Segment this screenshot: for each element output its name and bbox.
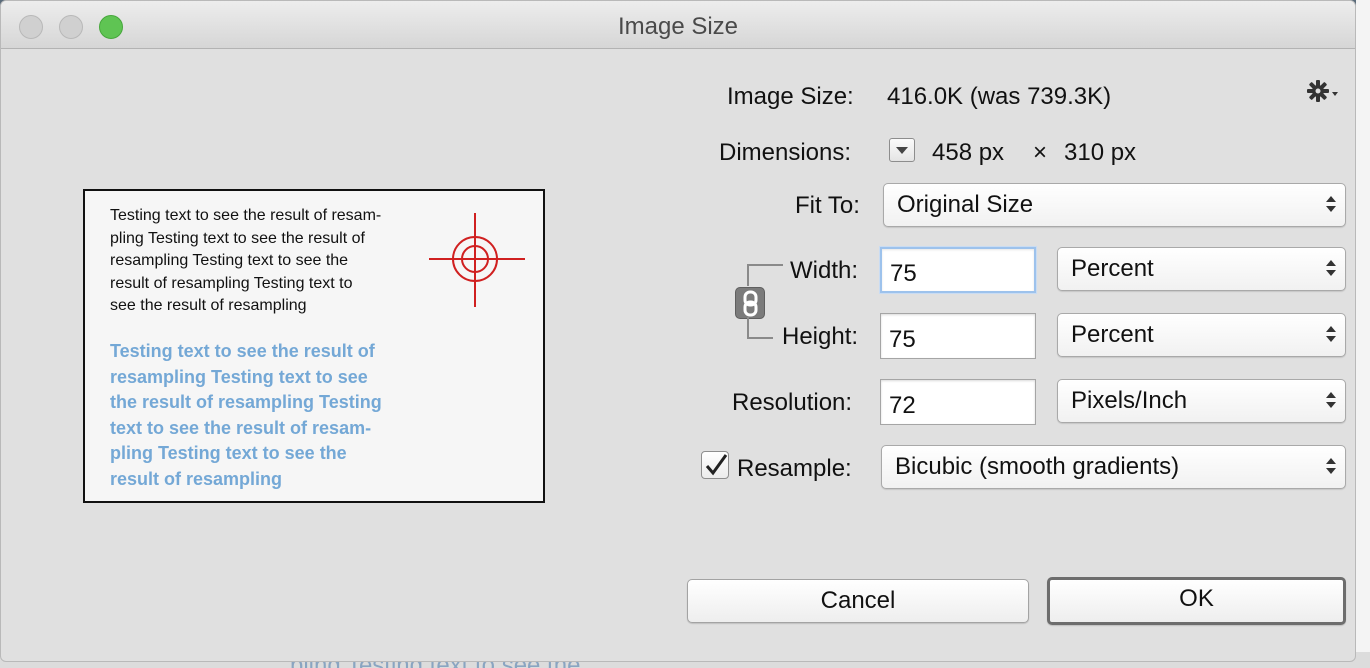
checkmark-icon [705,454,728,476]
constrain-bracket-bottom [747,317,773,339]
chain-link-icon[interactable] [735,287,765,319]
preview-line: result of resampling Testing text to [110,274,353,292]
image-preview: Testing text to see the result of resam-… [83,189,545,503]
image-size-dialog: Image Size Testing text to see the resul… [0,0,1356,662]
preview-line: pling Testing text to see the result of [110,229,365,247]
background-window-edge [1356,0,1370,668]
width-unit-popup[interactable]: Percent [1057,247,1346,291]
dimensions-times-sign: × [1033,139,1048,166]
width-label: Width: [790,257,859,284]
cancel-button[interactable]: Cancel [687,579,1029,623]
preview-black-text: Testing text to see the result of resam-… [110,205,422,318]
fit-to-popup[interactable]: Original Size [883,183,1346,227]
popup-arrows-icon [1325,259,1337,279]
resample-method-selected: Bicubic (smooth gradients) [895,453,1180,480]
image-size-label: Image Size: [727,83,854,110]
fit-to-label: Fit To: [795,192,860,219]
constrain-bracket-top [747,264,783,286]
preview-blue-text: Testing text to see the result of resamp… [110,339,410,492]
resolution-unit-popup[interactable]: Pixels/Inch [1057,379,1346,423]
preview-line: text to see the result of resam- [110,417,372,438]
image-size-value: 416.0K (was 739.3K) [887,83,1112,110]
resample-method-popup[interactable]: Bicubic (smooth gradients) [881,445,1346,489]
preview-line: resampling Testing text to see the [110,252,349,269]
resample-checkbox[interactable] [701,451,729,479]
height-label: Height: [782,323,859,350]
popup-arrows-icon [1325,391,1337,411]
popup-arrows-icon [1325,195,1337,215]
dimensions-label: Dimensions: [719,139,852,166]
height-unit-popup[interactable]: Percent [1057,313,1346,357]
preview-line: result of resampling [110,468,283,489]
resample-label[interactable]: Resample: [737,455,852,483]
preview-line: resampling Testing text to see [110,366,368,387]
preview-line: Testing text to see the result of resam- [110,207,382,224]
height-field[interactable] [880,313,1036,359]
title-bar: Image Size [1,1,1355,49]
chain-link-glyph [743,290,758,317]
width-field[interactable] [880,247,1036,293]
target-crosshair-icon [429,213,525,307]
ok-button[interactable]: OK [1047,577,1346,625]
resolution-label: Resolution: [732,389,853,416]
preview-line: the result of resampling Testing [110,392,382,412]
popup-arrows-icon [1325,325,1337,345]
window-title: Image Size [617,13,739,40]
dimensions-height-value: 310 px [1064,139,1137,166]
preview-line: see the result of resampling [110,297,307,314]
height-unit-selected: Percent [1071,321,1154,348]
fit-to-selected: Original Size [897,191,1034,218]
width-unit-selected: Percent [1071,255,1154,282]
dimensions-units-dropdown[interactable] [889,138,915,162]
resolution-unit-selected: Pixels/Inch [1071,387,1188,414]
dimensions-width-value: 458 px [932,139,1005,166]
preview-line: pling Testing text to see the [110,443,347,463]
popup-arrows-icon [1325,457,1337,477]
gear-icon[interactable] [1307,79,1341,103]
preview-line: Testing text to see the result of [110,341,375,361]
resolution-field[interactable] [880,379,1036,425]
